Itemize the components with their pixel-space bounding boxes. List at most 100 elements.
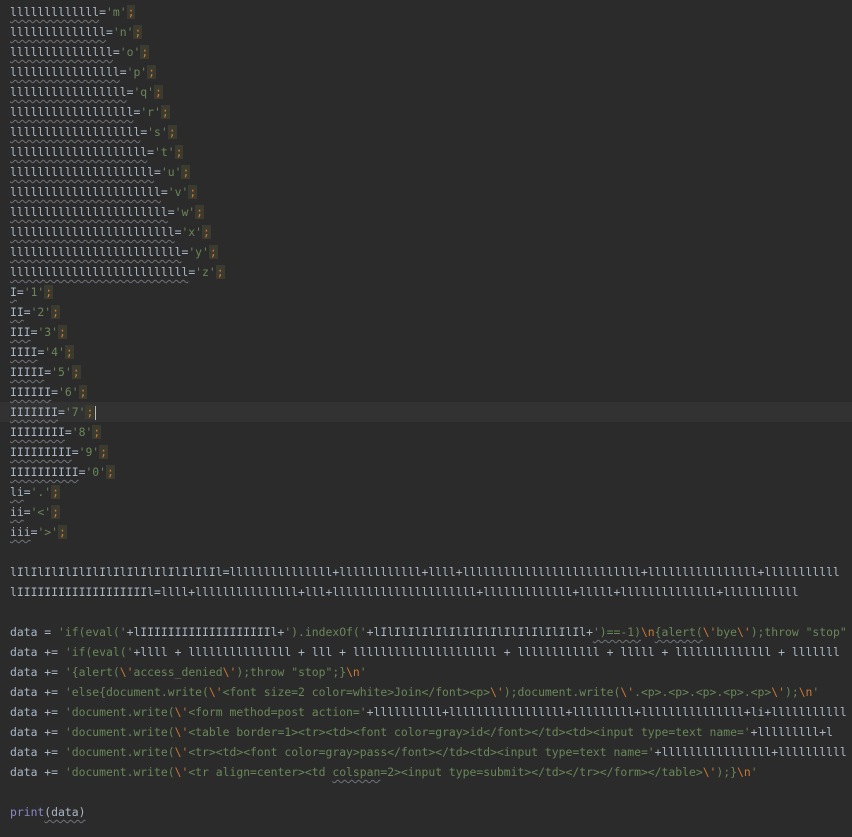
string-literal: <form method=post action=' — [188, 705, 367, 719]
semicolon: ; — [202, 225, 211, 239]
code-line[interactable]: IIIII='5'; — [10, 362, 81, 382]
code-line[interactable]: IIII='4'; — [10, 342, 74, 362]
variable-name: ii — [10, 505, 24, 519]
escape-sequence: \' — [771, 685, 785, 699]
operator: = — [147, 145, 155, 159]
string-literal: '5' — [51, 365, 72, 379]
code-line[interactable]: lllllllllllllllllllllllll='y'; — [10, 242, 218, 262]
code-line[interactable]: lIIIIIIIIIIIIIIIIIIIl=llll+lllllllllllll… — [10, 582, 799, 602]
operator: = — [23, 305, 31, 319]
variable-name: IIIIIIIII — [10, 445, 72, 459]
semicolon: ; — [58, 325, 67, 339]
code-line[interactable]: data += 'document.write(\'<tr><td><font … — [10, 742, 847, 762]
code-line[interactable]: lllllllllllll='m'; — [10, 2, 136, 22]
code-line[interactable]: llllllllllllll='n'; — [10, 22, 143, 42]
string-literal: ')==-1) — [592, 625, 641, 639]
code-line[interactable]: data += 'document.write(\'<tr align=cent… — [10, 762, 758, 782]
code-line[interactable]: llllllllllllllllllllllllll='z'; — [10, 262, 225, 282]
string-literal: '6' — [58, 385, 79, 399]
code-line[interactable]: IIIIIIIIII='0'; — [10, 462, 115, 482]
escape-sequence: \' — [174, 705, 189, 719]
code-editor[interactable]: lllllllllllll='m'; llllllllllllll='n'; l… — [0, 0, 852, 837]
string-literal: 'if(eval(' — [58, 625, 127, 639]
variable-name: lllllllllllllllllllllll — [10, 205, 168, 219]
operator: = — [71, 445, 79, 459]
code-line[interactable]: ii='<'; — [10, 502, 61, 522]
operator: = — [51, 385, 59, 399]
code-line[interactable]: IIIIII='6'; — [10, 382, 88, 402]
current-line-highlight — [0, 402, 852, 422]
string-literal: '0' — [85, 465, 107, 479]
operator: = — [119, 65, 127, 79]
variable-name: llllllllllllllll — [10, 65, 120, 79]
variable-name: lllllllllllllllll — [10, 85, 127, 99]
code-line[interactable]: data += '{alert(\'access_denied\');throw… — [10, 662, 367, 682]
code-line[interactable]: IIIIIIIII='9'; — [10, 442, 109, 462]
string-literal: );throw "stop";} — [236, 665, 347, 679]
code-line[interactable]: data = 'if(eval('+lIIIIIIIIIIIIIIIIIIIl+… — [10, 622, 847, 642]
code-line[interactable]: lllllllllllllllll='q'; — [10, 82, 163, 102]
code-line[interactable]: III='3'; — [10, 322, 67, 342]
escape-sequence: \n — [346, 665, 360, 679]
code-line[interactable]: llllllllllllllll='p'; — [10, 62, 157, 82]
code-line[interactable]: llllllllllllllllllll='t'; — [10, 142, 184, 162]
string-literal: '2' — [30, 305, 52, 319]
code-line[interactable]: iii='>'; — [10, 522, 67, 542]
string-literal: 'else{document.write( — [64, 685, 209, 699]
code-line-current[interactable]: IIIIIII='7'; — [10, 402, 97, 422]
escape-sequence: \' — [702, 765, 717, 779]
semicolon: ; — [167, 125, 177, 139]
variable-name: llllllllllllllllllll — [10, 145, 148, 159]
code-line[interactable]: lllllllllllllllllll='s'; — [10, 122, 177, 142]
code-text: +lIlIlIlIlIlIlIlIlIlIlIlIlIlIlIl+ — [366, 625, 593, 639]
escape-sequence: \' — [174, 765, 189, 779]
code-line[interactable]: lllllllllllllllllllll='u'; — [10, 162, 191, 182]
string-literal: '>' — [37, 525, 59, 539]
string-literal: 'u' — [160, 165, 182, 179]
code-line[interactable]: lllllllllllllll='o'; — [10, 42, 150, 62]
variable-name: lllllllllllll — [10, 5, 100, 19]
string-literal: '7' — [64, 405, 86, 419]
semicolon: ; — [140, 45, 150, 59]
operator: = — [160, 185, 168, 199]
code-line[interactable]: li='.'; — [10, 482, 61, 502]
operator: = — [16, 285, 24, 299]
code-text: data += — [10, 765, 65, 779]
builtin-function: print — [10, 805, 45, 819]
code-line[interactable]: data += 'if(eval('+llll + llllllllllllll… — [10, 642, 840, 662]
variable-name: lllllllllllllllllll — [10, 125, 141, 139]
code-line[interactable]: llllllllllllllllllllllll='x'; — [10, 222, 211, 242]
code-line[interactable]: llllllllllllllllll='r'; — [10, 102, 170, 122]
operator: = — [23, 485, 31, 499]
string-literal: 's' — [147, 125, 168, 139]
string-literal: <font size=2 color=white>Join</font><p> — [222, 685, 491, 699]
operator: = — [106, 25, 113, 39]
escape-sequence: \n — [736, 765, 751, 779]
code-text: (data) — [44, 805, 86, 819]
string-literal: );throw "stop" — [750, 625, 847, 639]
code-line[interactable]: data += 'else{document.write( \' <font siz… — [10, 682, 819, 702]
code-text: data += — [10, 685, 65, 699]
operator: = — [23, 505, 31, 519]
semicolon: ; — [126, 5, 136, 19]
variable-name: li — [10, 485, 24, 499]
string-literal: '1' — [23, 285, 45, 299]
code-line[interactable]: IIIIIIII='8'; — [10, 422, 102, 442]
code-line[interactable]: lllllllllllllllllllllll='w'; — [10, 202, 205, 222]
code-line[interactable]: data += 'document.write(\'<table border=… — [10, 722, 833, 742]
code-line[interactable]: llllllllllllllllllllll='v'; — [10, 182, 198, 202]
string-literal: '4' — [44, 345, 65, 359]
code-line[interactable]: lIlIlIlIlIlIlIlIlIlIlIlIlIlIlIl=llllllll… — [10, 562, 840, 582]
code-line[interactable]: II='2'; — [10, 302, 61, 322]
code-line[interactable]: print(data) — [10, 802, 85, 822]
operator: = — [112, 45, 120, 59]
code-text: +llllllllll+lllllllllllllllll+lllllllll+… — [366, 705, 847, 719]
string-literal: bye — [716, 625, 737, 639]
string-literal: '9' — [78, 445, 100, 459]
code-line[interactable]: I='1'; — [10, 282, 54, 302]
semicolon: ; — [133, 25, 143, 39]
code-text: data += — [10, 725, 65, 739]
code-line[interactable]: data += 'document.write(\'<form method=p… — [10, 702, 847, 722]
string-literal: colspan — [332, 765, 381, 779]
escape-sequence: \' — [222, 665, 237, 679]
